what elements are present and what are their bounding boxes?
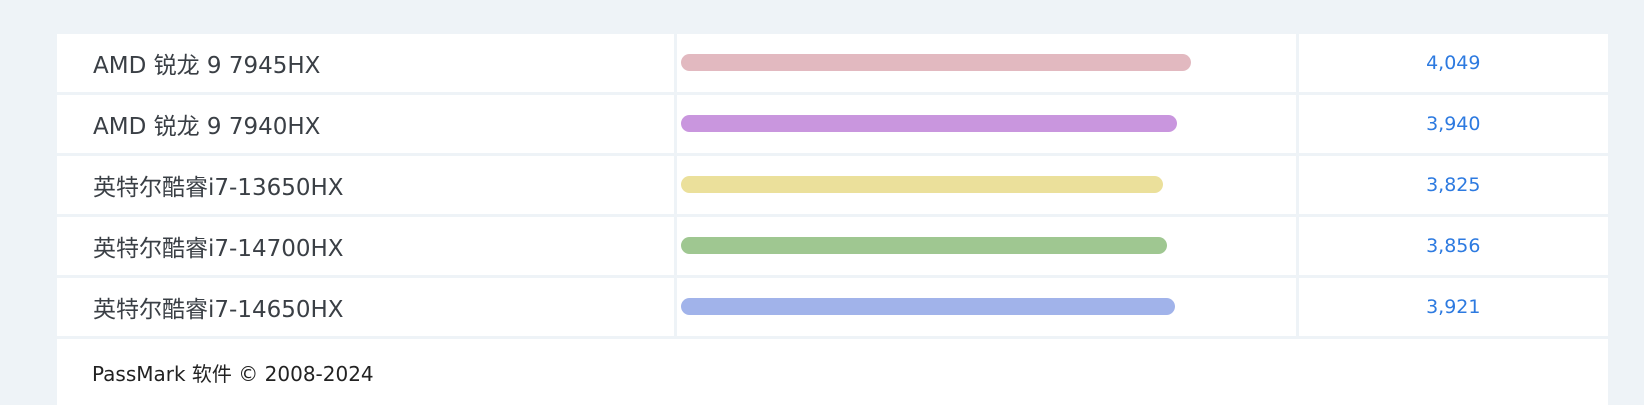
score-link[interactable]: 3,856 <box>1298 217 1608 275</box>
bar-cell <box>676 278 1296 336</box>
cpu-name: AMD 锐龙 9 7945HX <box>57 34 674 92</box>
cpu-name: 英特尔酷睿i7-14700HX <box>57 217 674 275</box>
score-bar <box>680 298 1175 315</box>
footer: PassMark 软件 © 2008-2024 <box>57 339 1608 405</box>
cpu-name: 英特尔酷睿i7-14650HX <box>57 278 674 336</box>
table-row: 英特尔酷睿i7-13650HX 3,825 <box>57 156 1608 214</box>
score-link[interactable]: 3,940 <box>1298 95 1608 153</box>
bar-cell <box>676 217 1296 275</box>
cpu-name: 英特尔酷睿i7-13650HX <box>57 156 674 214</box>
table-row: 英特尔酷睿i7-14700HX 3,856 <box>57 217 1608 275</box>
footer-copyright: PassMark 软件 © 2008-2024 <box>92 361 374 386</box>
score-link[interactable]: 4,049 <box>1298 34 1608 92</box>
benchmark-rows: AMD 锐龙 9 7945HX 4,049 AMD 锐龙 9 7940HX 3,940… <box>57 34 1608 336</box>
score-link[interactable]: 3,921 <box>1298 278 1608 336</box>
bar-cell <box>676 34 1296 92</box>
score-bar <box>680 237 1167 254</box>
score-bar <box>680 54 1191 71</box>
score-bar <box>680 176 1163 193</box>
table-row: AMD 锐龙 9 7945HX 4,049 <box>57 34 1608 92</box>
table-row: AMD 锐龙 9 7940HX 3,940 <box>57 95 1608 153</box>
score-link[interactable]: 3,825 <box>1298 156 1608 214</box>
bar-cell <box>676 95 1296 153</box>
benchmark-table: AMD 锐龙 9 7945HX 4,049 AMD 锐龙 9 7940HX 3,940… <box>57 34 1608 405</box>
bar-cell <box>676 156 1296 214</box>
score-bar <box>680 115 1177 132</box>
cpu-name: AMD 锐龙 9 7940HX <box>57 95 674 153</box>
table-row: 英特尔酷睿i7-14650HX 3,921 <box>57 278 1608 336</box>
page-title-cutoff <box>0 0 1644 4</box>
